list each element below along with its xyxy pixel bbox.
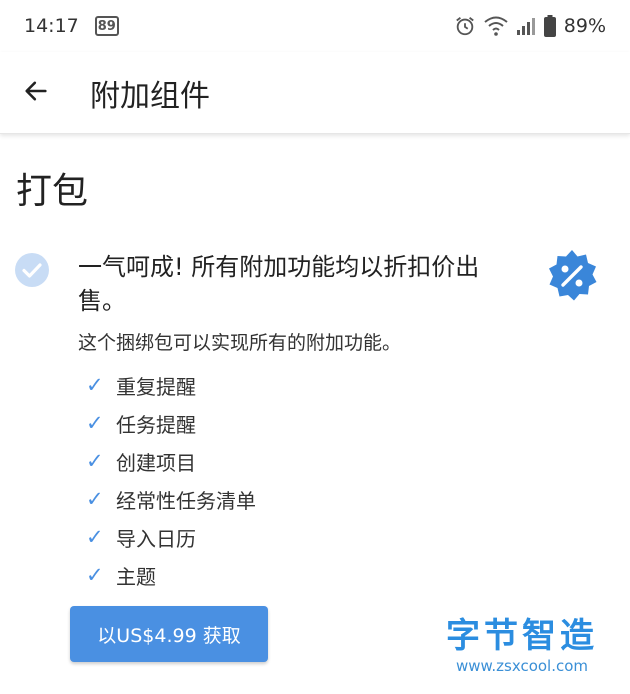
battery-percent: 89% [563, 15, 606, 37]
battery-icon [543, 15, 556, 37]
bundle-select-check[interactable] [14, 252, 50, 288]
section-title: 打包 [16, 171, 89, 212]
feature-label: 重复提醒 [116, 374, 196, 399]
status-right: 89% [454, 15, 606, 37]
arrow-left-icon [22, 77, 50, 109]
watermark-title: 字节智造 [446, 616, 598, 656]
signal-icon [516, 16, 536, 36]
feature-list: ✓ 重复提醒 ✓ 任务提醒 ✓ 创建项目 ✓ 经常性任务清单 ✓ 导入日历 ✓ … [86, 366, 256, 594]
check-mark-icon: ✓ [86, 373, 104, 397]
check-mark-icon: ✓ [86, 487, 104, 511]
feature-item: ✓ 主题 [86, 556, 256, 594]
back-button[interactable] [8, 65, 64, 121]
feature-item: ✓ 任务提醒 [86, 404, 256, 442]
app-bar: 附加组件 [0, 52, 630, 134]
feature-item: ✓ 导入日历 [86, 518, 256, 556]
percent-badge-icon [544, 248, 600, 304]
app-title: 附加组件 [90, 78, 210, 114]
watermark-url: www.zsxcool.com [455, 657, 589, 675]
check-circle-icon [14, 253, 50, 292]
feature-label: 创建项目 [116, 450, 196, 475]
feature-item: ✓ 创建项目 [86, 442, 256, 480]
notification-badge: 89 [94, 16, 119, 36]
feature-item: ✓ 经常性任务清单 [86, 480, 256, 518]
feature-label: 任务提醒 [116, 412, 196, 437]
wifi-icon [484, 16, 508, 36]
feature-label: 导入日历 [116, 526, 196, 551]
bundle-description: 这个捆绑包可以实现所有的附加功能。 [78, 332, 402, 354]
check-mark-icon: ✓ [86, 563, 104, 587]
status-bar: 14:17 89 89% [0, 0, 630, 52]
feature-label: 经常性任务清单 [116, 488, 256, 513]
bundle-headline: 一气呵成! 所有附加功能均以折扣价出售。 [78, 253, 480, 315]
status-time: 14:17 [24, 15, 79, 37]
check-mark-icon: ✓ [86, 449, 104, 473]
buy-bundle-button[interactable]: 以US$4.99 获取 [70, 606, 268, 662]
screen: 14:17 89 89% 附加组件 打包 一气呵成! 所有附加功能均以折扣价出售… [0, 0, 630, 694]
check-mark-icon: ✓ [86, 525, 104, 549]
status-left: 14:17 89 [24, 15, 119, 37]
feature-item: ✓ 重复提醒 [86, 366, 256, 404]
feature-label: 主题 [116, 564, 156, 589]
alarm-icon [454, 15, 476, 37]
check-mark-icon: ✓ [86, 411, 104, 435]
watermark: 字节智造 www.zsxcool.com [432, 616, 612, 676]
